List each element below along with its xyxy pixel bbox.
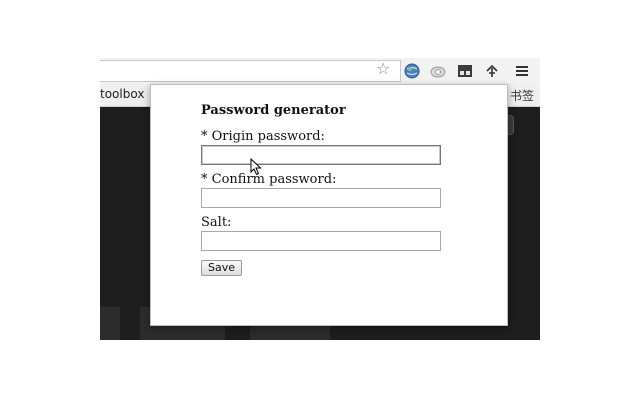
bookmark-toolbox[interactable]: toolbox (100, 87, 144, 101)
salt-label: Salt: (201, 215, 232, 230)
save-button[interactable]: Save (201, 260, 243, 276)
origin-password-input[interactable] (201, 145, 441, 165)
salt-input[interactable] (201, 231, 441, 251)
page-tile (100, 307, 120, 340)
popup-title: Password generator (201, 103, 346, 118)
confirm-password-label: * Confirm password: (201, 172, 337, 187)
extension-globe-icon[interactable] (404, 63, 420, 79)
browser-toolbar: ☆ (100, 58, 540, 85)
star-icon[interactable]: ☆ (376, 60, 390, 78)
confirm-password-input[interactable] (201, 188, 441, 208)
address-bar[interactable] (100, 60, 401, 82)
extension-cloud-icon[interactable] (430, 63, 446, 79)
extension-grid-icon[interactable] (457, 63, 473, 79)
bookmark-folder[interactable]: 书签 (510, 87, 534, 104)
extension-puzzle-icon[interactable] (484, 63, 500, 79)
mouse-cursor-icon (250, 158, 262, 176)
menu-icon[interactable] (514, 63, 530, 79)
password-generator-popup: Password generator * Origin password: * … (150, 84, 508, 326)
origin-password-label: * Origin password: (201, 129, 325, 144)
